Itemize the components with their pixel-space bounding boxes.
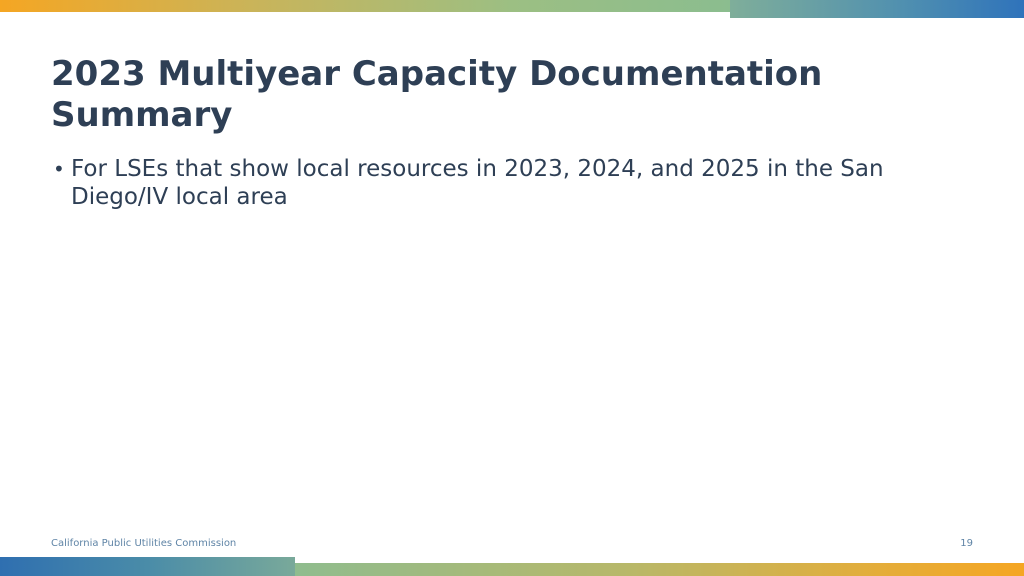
bottom-accent-bar-right [295,563,1024,576]
bullet-item: • For LSEs that show local resources in … [51,155,931,211]
page-number: 19 [960,538,973,549]
bullet-text: For LSEs that show local resources in 20… [71,156,884,210]
bullet-dot-icon: • [53,157,65,181]
top-accent-bar-right [730,0,1024,18]
top-accent-bar [0,0,730,12]
bullet-list: • For LSEs that show local resources in … [51,155,931,211]
slide-title: 2023 Multiyear Capacity Documentation Su… [51,54,823,135]
bottom-accent-bar-left [0,557,295,576]
footer-organization: California Public Utilities Commission [51,538,237,549]
